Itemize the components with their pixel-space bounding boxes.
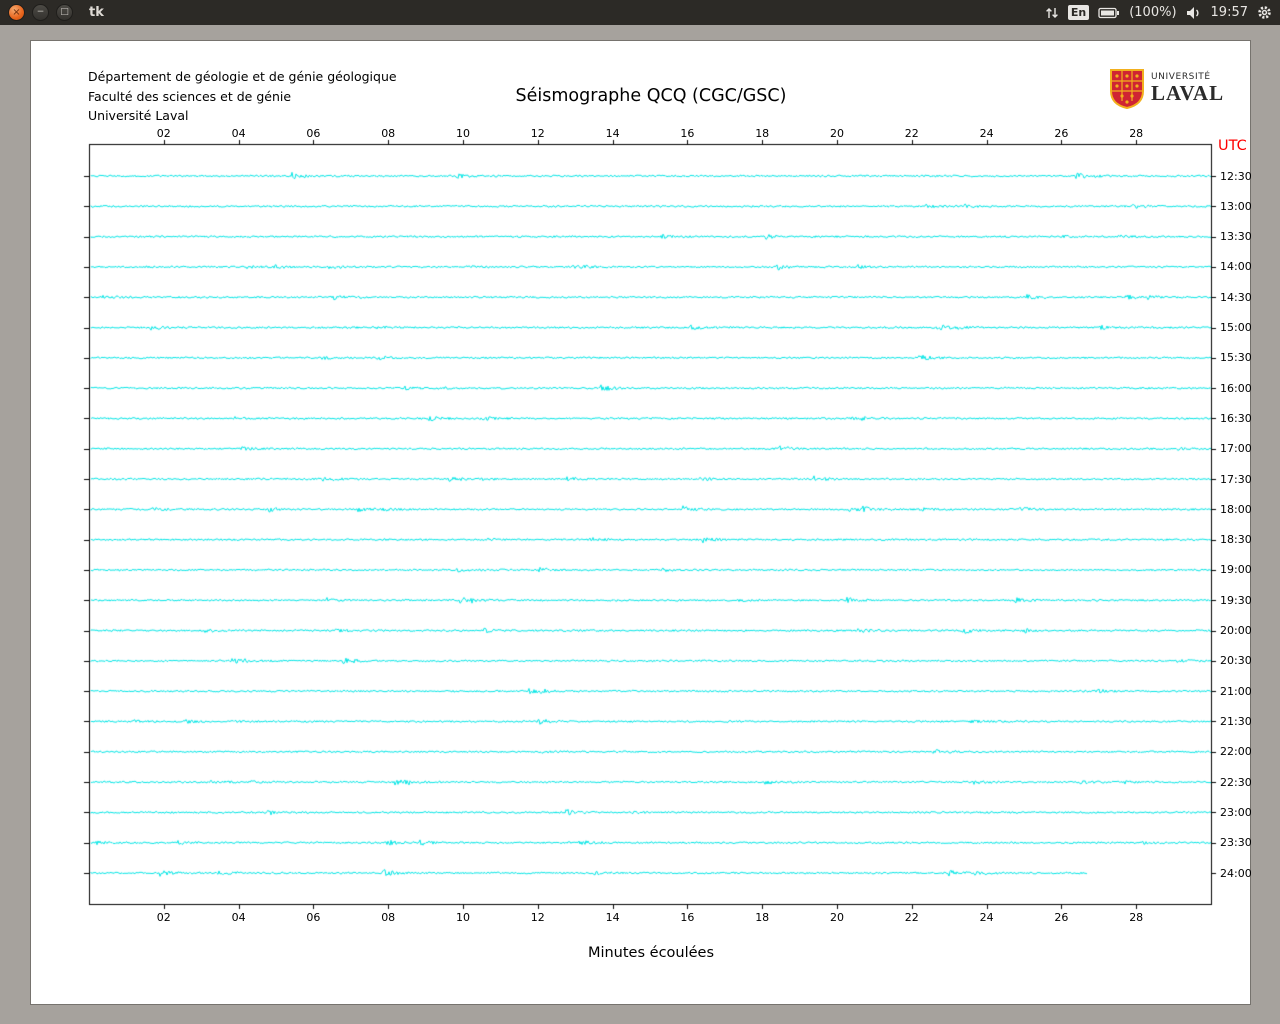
logo-laval-text: LAVAL [1151,81,1225,105]
x-tick-label-top: 28 [1129,127,1144,140]
x-tick-label-top: 22 [904,127,919,140]
utc-time-label: 16:30 [1220,411,1252,425]
seismograph-traces-canvas [71,126,1231,921]
utc-time-label: 23:30 [1220,836,1252,850]
top-menu-bar: × − □ tk En (100%) 19:57 [0,0,1280,25]
utc-time-label: 12:30 [1220,169,1252,183]
settings-gear-icon[interactable] [1257,5,1272,20]
institution-line-2: Faculté des sciences et de génie [88,88,292,104]
utc-time-label: 16:00 [1220,381,1252,395]
battery-percentage: (100%) [1129,5,1177,20]
x-tick-label-top: 08 [381,127,396,140]
utc-time-label: 15:30 [1220,351,1252,365]
x-tick-label-top: 12 [530,127,545,140]
chart-title: Séismographe QCQ (CGC/GSC) [515,86,787,106]
battery-icon[interactable] [1098,7,1120,19]
window-controls: × − □ [8,4,73,21]
x-tick-label-bottom: 12 [530,911,545,924]
window-title: tk [89,5,104,20]
x-tick-label-top: 04 [231,127,246,140]
updown-arrows-icon[interactable] [1045,6,1059,20]
x-tick-label-top: 02 [156,127,171,140]
window-close-button[interactable]: × [8,4,25,21]
utc-time-label: 22:30 [1220,775,1252,789]
utc-time-label: 17:00 [1220,442,1252,456]
x-tick-label-top: 20 [830,127,844,140]
laval-shield-icon [1109,69,1145,113]
window-maximize-button[interactable]: □ [56,4,73,21]
x-tick-label-bottom: 14 [605,911,620,924]
clock[interactable]: 19:57 [1211,5,1248,20]
laval-logo: UNIVERSITÉ LAVAL [1109,69,1224,113]
x-tick-label-bottom: 08 [381,911,396,924]
utc-time-label: 19:30 [1220,593,1252,607]
x-tick-label-bottom: 24 [979,911,994,924]
utc-time-label: 22:00 [1220,745,1252,759]
utc-time-label: 23:00 [1220,805,1252,819]
institution-line-1: Département de géologie et de génie géol… [88,69,397,84]
volume-icon[interactable] [1186,6,1202,20]
x-tick-label-top: 26 [1054,127,1069,140]
x-tick-label-bottom: 10 [456,911,470,924]
institution-header: Département de géologie et de génie géol… [88,67,397,126]
utc-time-label: 20:30 [1220,654,1252,668]
x-tick-label-bottom: 16 [680,911,695,924]
utc-time-label: 21:30 [1220,714,1252,728]
utc-time-label: 13:30 [1220,230,1252,244]
system-tray: En (100%) 19:57 [1045,5,1272,20]
institution-line-3: Université Laval [88,108,189,123]
x-tick-label-top: 24 [979,127,994,140]
keyboard-layout-indicator[interactable]: En [1067,5,1090,20]
utc-axis-label: UTC [1218,138,1247,154]
x-tick-label-bottom: 26 [1054,911,1069,924]
utc-time-label: 21:00 [1220,684,1252,698]
x-tick-label-top: 10 [456,127,470,140]
utc-time-label: 17:30 [1220,472,1252,486]
x-tick-label-bottom: 18 [755,911,770,924]
utc-time-label: 20:00 [1220,624,1252,638]
x-tick-label-bottom: 02 [156,911,171,924]
x-tick-label-top: 16 [680,127,695,140]
x-tick-label-top: 18 [755,127,770,140]
tk-application-window: Département de géologie et de génie géol… [30,40,1252,1005]
utc-time-label: 14:00 [1220,260,1252,274]
utc-time-label: 13:00 [1220,199,1252,213]
utc-time-label: 18:00 [1220,502,1252,516]
utc-time-label: 15:00 [1220,321,1252,335]
x-tick-label-top: 14 [605,127,620,140]
x-tick-label-bottom: 22 [904,911,919,924]
x-tick-label-bottom: 20 [830,911,844,924]
utc-time-label: 19:00 [1220,563,1252,577]
x-tick-label-bottom: 28 [1129,911,1144,924]
utc-time-label: 24:00 [1220,866,1252,880]
window-minimize-button[interactable]: − [32,4,49,21]
helicorder-plot: UTC 02 02 04 04 06 06 08 08 10 10 12 12 14 14 16 16 18 18… [71,126,1252,924]
utc-time-label: 18:30 [1220,533,1252,547]
x-tick-label-bottom: 04 [231,911,246,924]
utc-time-label: 14:30 [1220,290,1252,304]
x-axis-label: Minutes écoulées [587,945,715,961]
x-tick-label-bottom: 06 [306,911,321,924]
x-tick-label-top: 06 [306,127,321,140]
